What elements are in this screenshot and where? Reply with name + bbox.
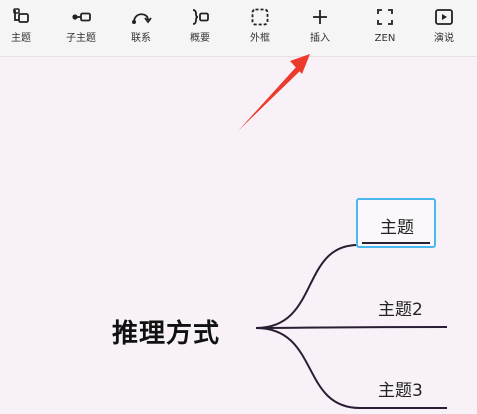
topic-underline [362, 242, 430, 244]
branch-line-1 [255, 244, 359, 329]
branch-line-2 [255, 326, 448, 329]
topic-label-1: 主题 [380, 218, 414, 238]
topic-2[interactable]: 主题2 [378, 295, 423, 320]
annotation-arrow [238, 54, 310, 131]
root-topic[interactable]: 推理方式 [112, 313, 220, 350]
topic-selected[interactable]: 主题 [356, 198, 436, 248]
topic-3[interactable]: 主题3 [378, 376, 423, 401]
